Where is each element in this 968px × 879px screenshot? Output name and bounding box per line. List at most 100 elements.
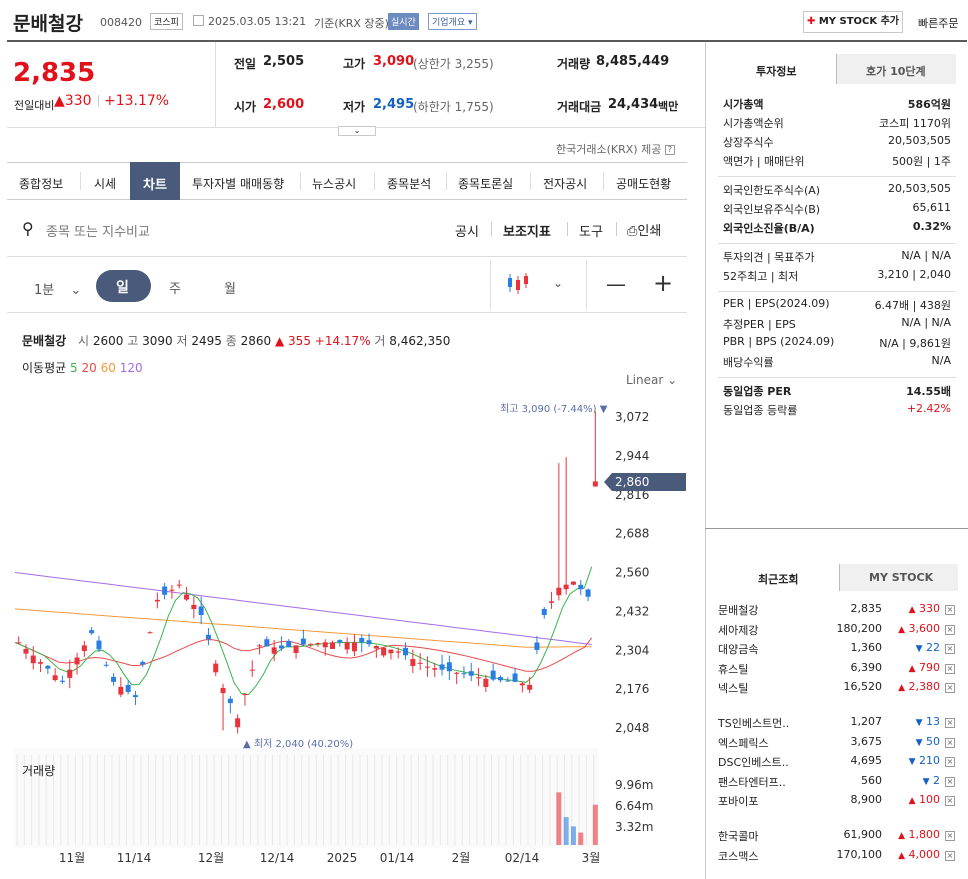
my-stock-add-button[interactable]: ✚ MY STOCK 추가: [803, 11, 903, 33]
tab-summary[interactable]: 종합정보: [19, 175, 63, 192]
candle-body: [286, 640, 292, 647]
recent-item[interactable]: 세아제강 180,200 ▲ 3,600 ×: [718, 621, 958, 639]
info-row-value: 코스피 1170위: [879, 117, 951, 130]
tab-disclosure[interactable]: 전자공시: [543, 175, 587, 192]
candle-body: [395, 651, 401, 653]
period-week[interactable]: 주: [169, 278, 181, 297]
zoom-out-minus-icon[interactable]: —: [606, 272, 626, 296]
tools-button[interactable]: 도구: [579, 221, 603, 240]
candle-body: [81, 645, 87, 652]
company-overview-button[interactable]: 기업개요 ▾: [428, 13, 477, 30]
disclosure-button[interactable]: 공시: [455, 221, 479, 240]
zoom-in-plus-icon[interactable]: +: [653, 269, 673, 297]
period-month[interactable]: 월: [224, 278, 236, 297]
tab-news[interactable]: 뉴스공시: [312, 175, 356, 192]
change-pct: +13.17%: [104, 93, 170, 109]
remove-close-icon[interactable]: ×: [945, 683, 955, 694]
remove-close-icon[interactable]: ×: [945, 737, 955, 748]
recent-item-price: 2,835: [850, 602, 883, 615]
realtime-badge[interactable]: 실시간: [388, 13, 419, 30]
remove-close-icon[interactable]: ×: [945, 757, 955, 768]
recent-item[interactable]: 문배철강 2,835 ▲ 330 ×: [718, 601, 958, 619]
recent-item[interactable]: 대양금속 1,360 ▼ 22 ×: [718, 640, 958, 658]
remove-close-icon[interactable]: ×: [945, 624, 955, 635]
info-row-label: 외국인소진율(B/A): [723, 222, 815, 235]
info-row-value: 3,210 | 2,040: [877, 268, 951, 281]
candle-body: [592, 481, 598, 487]
prev-label: 전일: [234, 57, 257, 71]
remove-close-icon[interactable]: ×: [945, 663, 955, 674]
remove-close-icon[interactable]: ×: [945, 718, 955, 728]
info-divider: [718, 176, 956, 177]
recent-item[interactable]: 팬스타엔터프.. 560 ▼ 2 ×: [718, 773, 958, 791]
ma120-label: 120: [119, 361, 143, 375]
recent-item[interactable]: 코스맥스 170,100 ▲ 4,000 ×: [718, 847, 958, 865]
recent-item-change: ▲ 100: [908, 793, 940, 807]
print-button[interactable]: ⎙인쇄: [627, 220, 661, 239]
remove-close-icon[interactable]: ×: [945, 644, 955, 655]
info-row: 액면가 | 매매단위 500원 | 1주: [723, 153, 951, 172]
printer-icon: ⎙: [627, 224, 638, 239]
recent-item-change: ▲ 790: [908, 660, 940, 674]
recent-item-name: 한국콜마: [718, 830, 759, 843]
volume-bar: [556, 792, 562, 845]
info-row: 상장주식수 20,503,505: [723, 134, 951, 153]
x-tick-label: 02/14: [505, 851, 540, 865]
recent-item[interactable]: 포바이포 8,900 ▲ 100 ×: [718, 792, 958, 810]
remove-close-icon[interactable]: ×: [945, 796, 955, 807]
recent-item[interactable]: DSC인베스트.. 4,695 ▼ 210 ×: [718, 753, 958, 771]
candle-body: [578, 584, 584, 590]
remove-close-icon[interactable]: ×: [945, 776, 955, 787]
candle-body: [205, 634, 211, 640]
info-row-value: N/A: [931, 354, 951, 367]
candle-body: [417, 662, 423, 664]
tab-discussion[interactable]: 종목토론실: [458, 175, 513, 192]
candle-body: [235, 718, 241, 728]
candlestick-icon[interactable]: [506, 272, 532, 296]
chart-change: ▲ 355: [275, 334, 311, 348]
chart-stock-name: 문배철강: [22, 334, 67, 348]
compare-search-input[interactable]: 종목 또는 지수비교: [46, 221, 150, 240]
scale-select[interactable]: Linear ⌄: [626, 373, 677, 387]
recent-item[interactable]: TS인베스트먼.. 1,207 ▼ 13 ×: [718, 714, 958, 732]
candle-body: [191, 604, 197, 610]
provider-text: 한국거래소(KRX) 제공 ?: [556, 141, 675, 157]
x-tick-label: 11월: [59, 851, 85, 865]
candle-body: [366, 640, 372, 645]
expand-toggle-chevron-icon[interactable]: ⌄: [338, 126, 376, 136]
recent-item[interactable]: 휴스틸 6,390 ▲ 790 ×: [718, 660, 958, 678]
x-tick-label: 2025: [327, 851, 358, 865]
tab-short-selling[interactable]: 공매도현황: [616, 175, 671, 192]
volume-bar: [592, 804, 598, 845]
recent-item[interactable]: 넥스틸 16,520 ▲ 2,380 ×: [718, 679, 958, 697]
tab-price[interactable]: 시세: [94, 175, 116, 192]
chart-ohlc-info: 문배철강 시 2600 고 3090 저 2495 종 2860 ▲ 355 +…: [22, 334, 451, 348]
info-row-label: 동일업종 등락률: [723, 404, 798, 417]
candle-body: [257, 645, 263, 647]
quick-order-link[interactable]: 빠른주문: [918, 15, 958, 31]
current-price: 2,835: [13, 58, 96, 88]
info-row-value: N/A | N/A: [901, 249, 951, 262]
interval-select[interactable]: 1분 ⌄: [34, 279, 81, 298]
tab-recent-label: 최근조회: [758, 573, 799, 586]
remove-close-icon[interactable]: ×: [945, 605, 955, 615]
recent-item[interactable]: 엑스페릭스 3,675 ▼ 50 ×: [718, 734, 958, 752]
chart-type-chevron-down-icon[interactable]: ⌄: [553, 276, 563, 290]
recent-item-name: 포바이포: [718, 795, 759, 809]
info-row-value: 65,611: [912, 201, 952, 214]
candle-body: [541, 609, 547, 616]
x-tick-label: 12월: [198, 851, 224, 865]
indicator-button[interactable]: 보조지표: [503, 221, 551, 240]
recent-item-change: ▼ 50: [915, 734, 940, 748]
recent-item[interactable]: 한국콜마 61,900 ▲ 1,800 ×: [718, 827, 958, 845]
tab-orderbook-label: 호가 10단계: [866, 65, 926, 78]
period-day[interactable]: 일: [116, 277, 129, 297]
tab-chart[interactable]: 차트: [143, 174, 167, 193]
price-chart[interactable]: 3,0722,9442,8162,6882,5602,4322,3042,176…: [7, 390, 692, 879]
info-row: PBR | BPS (2024.09) N/A | 9,861원: [723, 335, 951, 354]
remove-close-icon[interactable]: ×: [945, 850, 955, 861]
remove-close-icon[interactable]: ×: [945, 831, 955, 841]
tab-investor[interactable]: 투자자별 매매동향: [192, 175, 284, 192]
tab-analysis[interactable]: 종목분석: [387, 175, 431, 192]
calendar-icon: [193, 15, 204, 26]
